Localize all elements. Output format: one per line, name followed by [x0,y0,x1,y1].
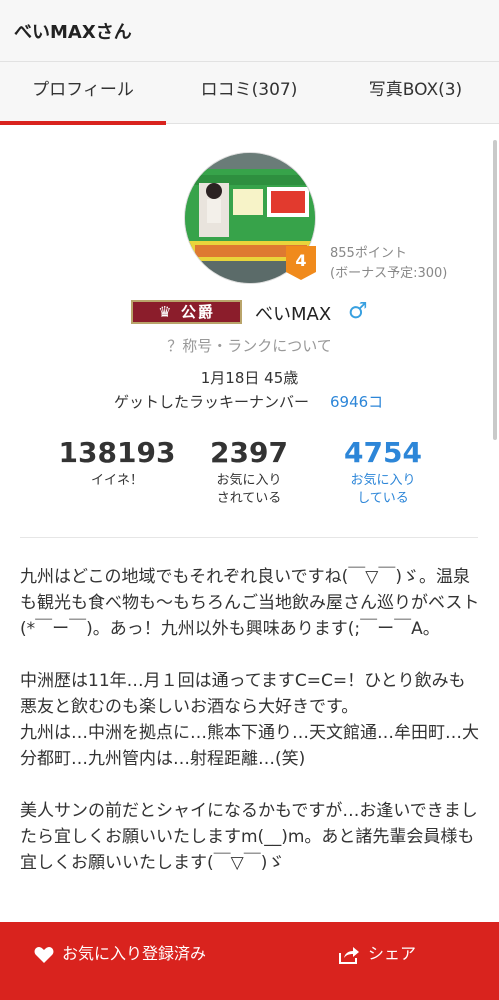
tab-photo-box-label: 写真BOX(3) [368,80,463,100]
crown-icon: ♛ [158,303,181,321]
bio: 九州はどこの地域でもそれぞれ良いですね(￣▽￣)ゞ。温泉も観光も食べ物も〜もちろ… [20,564,482,902]
heart-icon [34,946,54,963]
stat-likes-label: イイネ！ [90,473,143,488]
lucky-number-label: ゲットしたラッキーナンバー [114,393,310,411]
active-tab-indicator [0,121,166,125]
points-info: 855ポイント (ボーナス予定:300) [330,244,447,284]
rank-badge: 4 [286,246,316,280]
scrollbar[interactable] [493,140,497,440]
share-button[interactable]: シェア [338,942,416,966]
stat-favoriting[interactable]: 4754 お気に入り している [324,436,442,508]
lucky-number-link[interactable]: 6946コ [330,391,383,412]
tab-bar: プロフィール ロコミ(307) 写真BOX(3) [0,62,499,125]
stat-favoriting-value: 4754 [344,436,422,469]
divider [20,537,478,538]
tab-photo-box[interactable]: 写真BOX(3) [332,62,499,124]
bottom-action-bar: お気に入り登録済み シェア [0,922,499,1000]
favorite-button-label: お気に入り登録済み [62,944,207,963]
stat-likes: 138193 イイネ！ [58,436,176,490]
points-value: 855ポイント [330,246,407,261]
bio-paragraph: 美人サンの前だとシャイになるかもですが…お逢いできましたら宜しくお願いいたします… [20,801,478,873]
favorite-button[interactable]: お気に入り登録済み [34,942,206,966]
share-icon [339,946,359,964]
title-badge-label: 公爵 [180,303,215,321]
rank-info-link[interactable]: ？称号・ランクについて [0,335,499,356]
male-icon: ♂ [348,299,368,324]
title-badge: ♛ 公爵 [131,300,242,324]
tab-profile[interactable]: プロフィール [0,62,166,125]
birthday-age: 1月18日 45歳 [200,369,299,387]
page-title: べいMAXさん [14,22,132,43]
tab-profile-label: プロフィール [32,80,134,100]
bonus-points: (ボーナス予定:300) [330,266,448,281]
bio-paragraph: 九州はどこの地域でもそれぞれ良いですね(￣▽￣)ゞ。温泉も観光も食べ物も〜もちろ… [20,567,480,639]
tab-reviews-label: ロコミ(307) [200,80,298,100]
stat-favorited-by-value: 2397 [210,436,288,469]
bio-paragraph: 中洲歴は11年…月１回は通ってますC=C=！ひとり飲みも悪友と飲むのも楽しいお酒… [20,671,479,769]
stat-favorited-by-label: お気に入り されている [216,473,282,506]
stat-favorited-by[interactable]: 2397 お気に入り されている [190,436,308,508]
share-button-label: シェア [368,944,417,963]
username: べいMAX [255,304,332,325]
tab-reviews[interactable]: ロコミ(307) [166,62,332,124]
header-bar: べいMAXさん [0,0,499,62]
rank-level: 4 [295,251,307,270]
stat-likes-value: 138193 [58,436,176,469]
stat-favoriting-label: お気に入り している [350,473,416,506]
